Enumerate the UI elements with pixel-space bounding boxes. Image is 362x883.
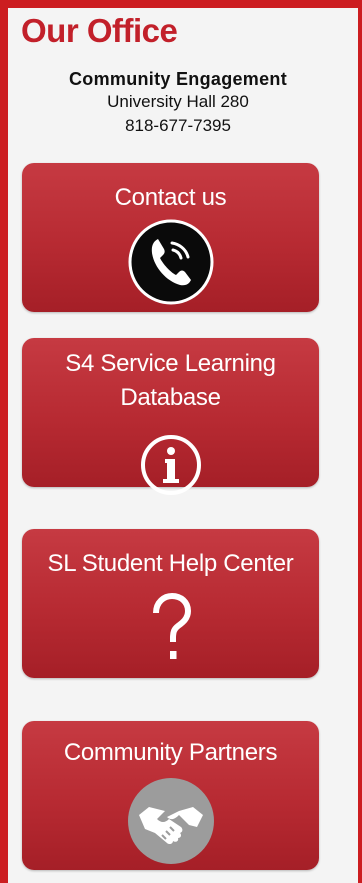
community-partners-label: Community Partners [63,739,278,766]
info-icon [140,435,201,495]
office-phone: 818-677-7395 [125,116,231,135]
s4-database-label: S4 Service Learning Database [22,338,319,415]
s4-service-learning-database-button[interactable]: S4 Service Learning Database [22,338,319,495]
s4-database-label-line1: S4 Service Learning [65,350,276,377]
office-panel: Our Office Community Engagement Universi… [8,8,358,883]
contact-us-label: Contact us [114,184,227,211]
office-room: University Hall 280 [107,92,249,111]
question-mark-icon [152,592,191,659]
office-address: Community Engagement University Hall 280… [8,68,348,138]
handshake-icon [127,778,214,864]
help-center-label: SL Student Help Center [47,550,294,577]
office-title: Our Office [21,12,178,49]
sl-student-help-center-button[interactable]: SL Student Help Center [22,529,319,678]
s4-database-label-line2: Database [120,384,221,411]
department-name: Community Engagement [68,69,288,89]
contact-us-button[interactable]: Contact us [22,163,319,312]
community-partners-button[interactable]: Community Partners [22,721,319,870]
phone-icon [128,219,213,305]
